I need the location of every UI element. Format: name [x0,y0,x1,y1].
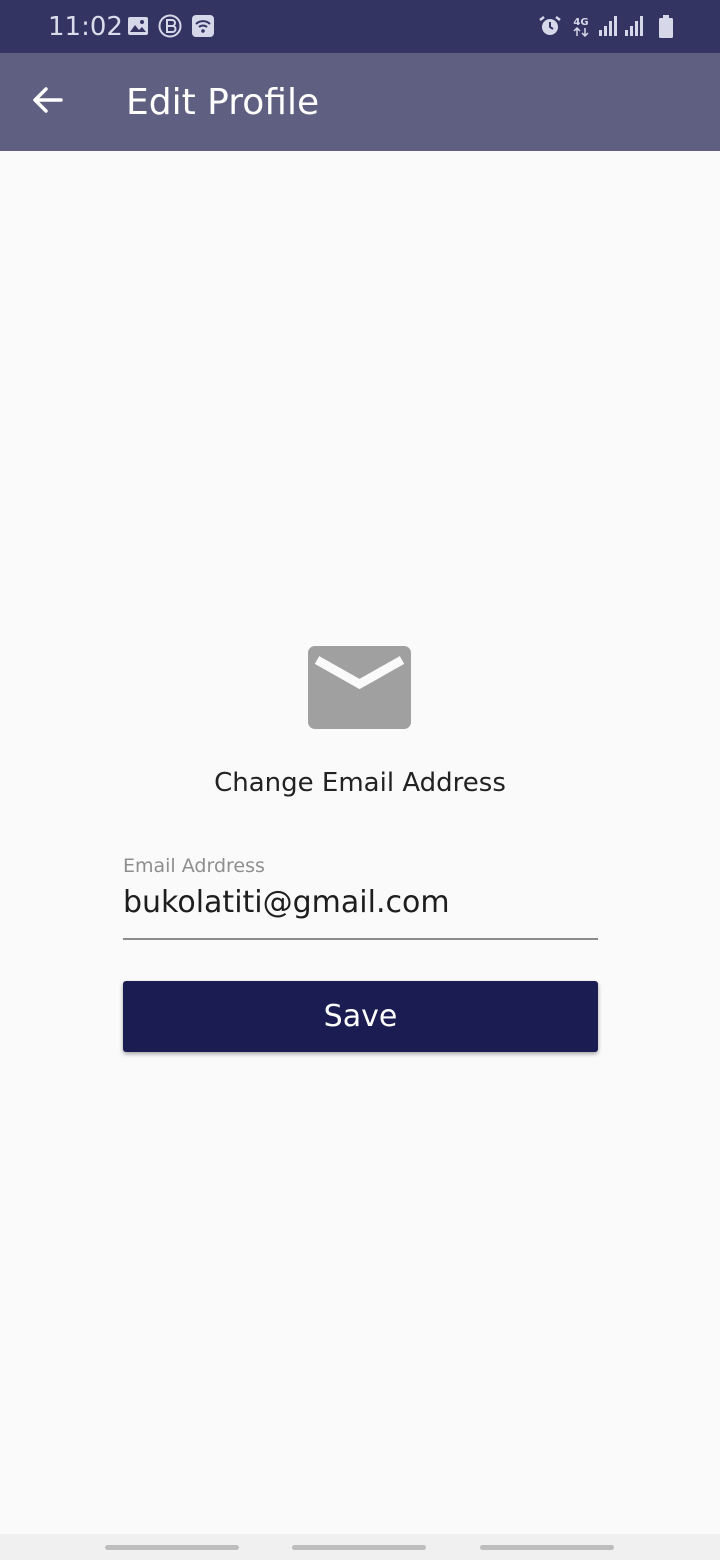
email-field-label: Email Adrdress [123,855,265,877]
nav-back-button[interactable] [480,1545,614,1550]
status-bar: 11:02 4G [0,0,720,53]
save-button[interactable]: Save [123,981,598,1052]
signal-icon [623,14,647,38]
network-4g-icon: 4G [570,14,592,38]
back-button[interactable] [24,78,72,126]
navigation-bar [0,1534,720,1560]
b-circle-icon [158,14,182,38]
page-title: Edit Profile [126,82,320,123]
nav-home-button[interactable] [292,1545,426,1550]
image-icon [126,14,150,38]
status-time: 11:02 [48,12,123,42]
wifi-icon [191,14,215,38]
email-field-underline [123,938,598,940]
network-label: 4G [573,17,588,28]
mail-icon [308,646,411,729]
section-heading: Change Email Address [214,768,506,798]
app-bar: Edit Profile [0,53,720,151]
battery-icon [654,14,678,38]
alarm-icon [538,14,562,38]
email-field[interactable] [123,880,598,924]
arrow-left-icon [31,83,65,121]
signal-icon [597,14,621,38]
nav-recents-button[interactable] [105,1545,239,1550]
